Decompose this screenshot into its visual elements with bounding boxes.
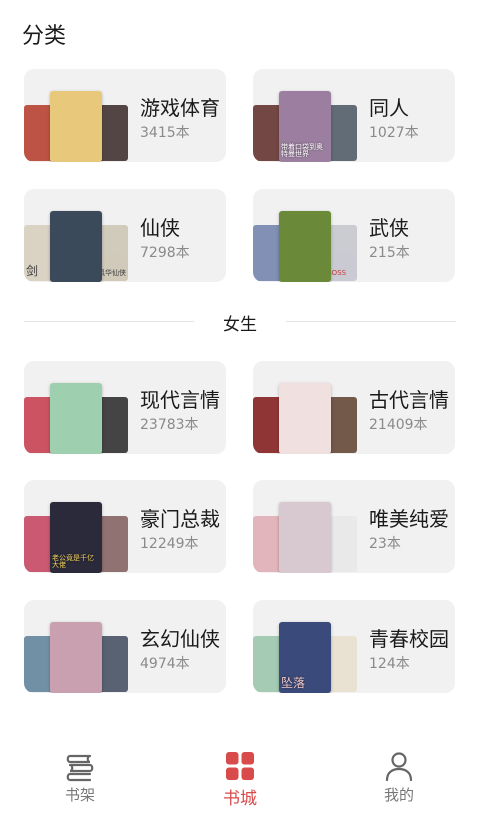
book-cover: 老公竟是千亿大佬 (50, 502, 102, 573)
divider-line (286, 321, 456, 322)
book-cover (50, 91, 102, 162)
cover-stack (24, 69, 134, 162)
category-count: 3415本 (140, 125, 190, 141)
category-name: 同人 (369, 96, 409, 120)
category-name: 游戏体育 (140, 96, 220, 120)
bookshelf-icon (66, 754, 94, 782)
category-count: 1027本 (369, 125, 419, 141)
book-cover (279, 502, 331, 573)
category-count: 124本 (369, 656, 410, 672)
section-label: 女生 (223, 315, 257, 335)
category-card-xianxia[interactable]: 剑 风华仙侠 仙侠 7298本 (24, 189, 226, 282)
cover-stack: 坠落 (253, 600, 363, 693)
tab-bookshelf[interactable]: 书架 (20, 750, 140, 810)
cover-stack (24, 600, 134, 693)
category-name: 唯美纯爱 (369, 507, 449, 531)
category-card-modern-romance[interactable]: 现代言情 23783本 (24, 361, 226, 454)
category-name: 武侠 (369, 216, 409, 240)
book-cover (279, 211, 331, 282)
category-name: 青春校园 (369, 627, 449, 651)
category-card-fanfic[interactable]: 带着口袋到奥特曼世界 同人 1027本 (253, 69, 455, 162)
category-name: 仙侠 (140, 216, 180, 240)
cover-stack (253, 480, 363, 573)
tab-label: 我的 (383, 786, 414, 804)
category-count: 23本 (369, 536, 401, 552)
cover-stack (24, 361, 134, 454)
category-name: 玄幻仙侠 (140, 627, 220, 651)
book-cover (50, 383, 102, 454)
tab-label: 书架 (64, 786, 95, 804)
category-count: 215本 (369, 245, 410, 261)
category-card-ancient-romance[interactable]: 古代言情 21409本 (253, 361, 455, 454)
cover-stack (253, 361, 363, 454)
tab-label: 书城 (223, 789, 257, 809)
cover-stack: BOSS (253, 189, 363, 282)
category-card-pure-love[interactable]: 唯美纯爱 23本 (253, 480, 455, 573)
tab-profile[interactable]: 我的 (339, 750, 459, 810)
category-name: 现代言情 (140, 388, 220, 412)
cover-stack: 剑 风华仙侠 (24, 189, 134, 282)
category-count: 23783本 (140, 417, 199, 433)
category-name: 豪门总裁 (140, 507, 220, 531)
category-card-fantasy[interactable]: 玄幻仙侠 4974本 (24, 600, 226, 693)
category-count: 7298本 (140, 245, 190, 261)
category-count: 4974本 (140, 656, 190, 672)
bottom-tab-bar: 书架 书城 我的 (0, 744, 479, 814)
book-cover: 带着口袋到奥特曼世界 (279, 91, 331, 162)
tab-bookstore[interactable]: 书城 (180, 750, 300, 810)
category-card-wuxia[interactable]: BOSS 武侠 215本 (253, 189, 455, 282)
category-card-ceo-romance[interactable]: 老公竟是千亿大佬 豪门总裁 12249本 (24, 480, 226, 573)
book-cover (50, 211, 102, 282)
book-cover (279, 383, 331, 454)
user-icon (385, 752, 413, 782)
category-name: 古代言情 (369, 388, 449, 412)
cover-stack: 带着口袋到奥特曼世界 (253, 69, 363, 162)
category-card-game-sports[interactable]: 游戏体育 3415本 (24, 69, 226, 162)
book-cover: 坠落 (279, 622, 331, 693)
grid-icon (226, 752, 254, 780)
book-cover (50, 622, 102, 693)
page-title: 分类 (22, 24, 67, 49)
cover-stack: 老公竟是千亿大佬 (24, 480, 134, 573)
section-divider-female: 女生 (24, 310, 456, 335)
category-count: 12249本 (140, 536, 199, 552)
category-card-campus[interactable]: 坠落 青春校园 124本 (253, 600, 455, 693)
category-count: 21409本 (369, 417, 428, 433)
